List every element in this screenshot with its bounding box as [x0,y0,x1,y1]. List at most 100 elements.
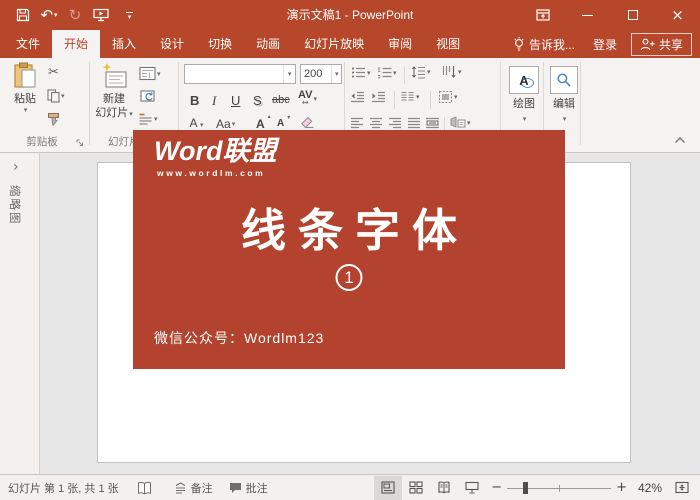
smartart-icon [450,116,466,130]
redo-button[interactable]: ↻ [62,0,88,30]
tab-design[interactable]: 设计 [148,30,196,58]
numbering-dropdown-icon[interactable]: ▾ [393,69,397,77]
grow-font-button[interactable]: A▴ [256,117,265,131]
drawing-group-button[interactable]: A 绘图 ▾ [505,66,543,123]
section-dropdown-icon[interactable]: ▾ [154,115,158,123]
distribute-button[interactable] [425,117,440,129]
font-color-dropdown-icon[interactable]: ▾ [200,121,204,129]
bullets-dropdown-icon[interactable]: ▾ [367,69,371,77]
change-case-dropdown-icon[interactable]: ▾ [232,120,236,128]
tab-review[interactable]: 审阅 [376,30,424,58]
comments-button[interactable]: 批注 [229,480,268,496]
paste-dropdown-icon[interactable]: ▾ [24,106,28,114]
tab-view[interactable]: 视图 [424,30,472,58]
copy-dropdown-icon[interactable]: ▾ [61,92,65,100]
smartart-dropdown-icon[interactable]: ▾ [467,119,471,127]
columns-dropdown-icon[interactable]: ▾ [416,93,420,101]
format-painter-button[interactable] [47,112,61,126]
font-size-combo[interactable]: ▾ [300,64,342,84]
numbering-button[interactable]: ▾ [377,66,397,79]
font-size-dropdown-icon[interactable]: ▾ [331,65,341,83]
character-spacing-button[interactable]: AV ↔ ▾ [298,91,317,107]
align-text-button[interactable]: ▾ [438,90,458,104]
slide-layout-button[interactable]: ▾ [139,66,161,81]
tell-me-button[interactable]: 告诉我... [505,36,583,53]
notes-button[interactable]: 备注 [174,480,213,496]
collapse-ribbon-button[interactable] [674,136,686,144]
convert-smartart-button[interactable]: ▾ [450,116,471,130]
editing-dropdown-icon[interactable]: ▾ [563,115,567,123]
close-button[interactable]: × [655,0,700,30]
clear-formatting-button[interactable] [300,116,315,130]
justify-button[interactable] [407,117,421,129]
slideshow-view-button[interactable] [458,476,486,500]
new-slide-button[interactable]: 新建 幻灯片▾ [93,62,135,121]
customize-quick-access-button[interactable]: ▾ [114,0,140,30]
normal-view-button[interactable] [374,476,402,500]
columns-button[interactable]: ▾ [400,91,420,103]
zoom-in-button[interactable]: + [611,480,632,495]
font-size-input[interactable] [301,65,331,83]
underline-button[interactable]: U [231,94,240,107]
tab-transitions[interactable]: 切换 [196,30,244,58]
thumbnail-panel-collapsed[interactable]: › 缩略图 [0,153,40,474]
tab-slideshow[interactable]: 幻灯片放映 [292,30,376,58]
minimize-button[interactable] [565,0,610,30]
paste-button[interactable]: 粘贴 ▾ [6,62,44,114]
tab-insert[interactable]: 插入 [100,30,148,58]
maximize-button[interactable] [610,0,655,30]
increase-indent-button[interactable] [371,91,386,103]
title-bar: 演示文稿1 - PowerPoint ↶ ▾ ↻ [0,0,700,30]
copy-button[interactable]: ▾ [47,89,65,103]
text-shadow-button[interactable]: S [253,94,262,107]
share-button[interactable]: 共享 [631,33,692,56]
change-case-button[interactable]: Aa ▾ [216,118,235,130]
reset-slide-button[interactable] [140,89,156,104]
undo-button[interactable]: ↶ ▾ [36,0,62,30]
font-name-input[interactable] [185,65,283,83]
tab-home[interactable]: 开始 [52,30,100,58]
sign-in-button[interactable]: 登录 [583,36,627,53]
align-left-button[interactable] [350,117,364,129]
line-spacing-button[interactable]: ▾ [411,65,431,79]
bold-button[interactable]: B [190,94,199,107]
clipboard-dialog-launcher[interactable] [76,139,84,147]
editing-group-button[interactable]: 编辑 ▾ [546,66,582,123]
section-button[interactable]: ▾ [138,112,158,126]
character-spacing-dropdown-icon[interactable]: ▾ [313,95,317,103]
align-right-button[interactable] [388,117,402,129]
start-slideshow-button[interactable] [88,0,114,30]
promo-image[interactable]: Word联盟 www.wordlm.com 线条字体 1 微信公众号：Wordl… [133,130,565,369]
tab-animations[interactable]: 动画 [244,30,292,58]
save-button[interactable] [10,0,36,30]
decrease-indent-button[interactable] [350,91,365,103]
italic-button[interactable]: I [212,94,216,107]
strikethrough-button[interactable]: abc [272,95,290,106]
tab-file[interactable]: 文件 [4,30,52,58]
font-name-combo[interactable]: ▾ [184,64,296,84]
drawing-dropdown-icon[interactable]: ▾ [523,115,527,123]
font-name-dropdown-icon[interactable]: ▾ [283,65,295,83]
text-direction-button[interactable]: ▾ [441,65,462,79]
reading-view-button[interactable] [430,476,458,500]
slide-layout-dropdown-icon[interactable]: ▾ [157,70,161,78]
cut-button[interactable]: ✂ [48,65,59,80]
zoom-out-button[interactable]: − [486,480,507,495]
zoom-percentage[interactable]: 42% [632,481,668,495]
shrink-font-button[interactable]: A▾ [277,118,284,129]
align-text-dropdown-icon[interactable]: ▾ [454,93,458,101]
spell-check-book-icon [137,481,152,495]
spell-check-button[interactable] [137,481,152,495]
undo-dropdown-icon[interactable]: ▾ [54,11,58,19]
slide-sorter-view-button[interactable] [402,476,430,500]
align-center-button[interactable] [369,117,383,129]
expand-thumbnails-icon[interactable]: › [13,159,19,175]
fit-to-window-button[interactable] [668,476,696,500]
status-bar: 幻灯片 第 1 张, 共 1 张 备注 批注 [0,474,700,500]
text-direction-dropdown-icon[interactable]: ▾ [458,68,462,76]
ribbon-display-options-button[interactable] [520,0,565,30]
bullets-button[interactable]: ▾ [351,66,371,79]
zoom-slider[interactable] [507,476,611,500]
zoom-slider-thumb[interactable] [523,482,528,494]
line-spacing-dropdown-icon[interactable]: ▾ [427,68,431,76]
